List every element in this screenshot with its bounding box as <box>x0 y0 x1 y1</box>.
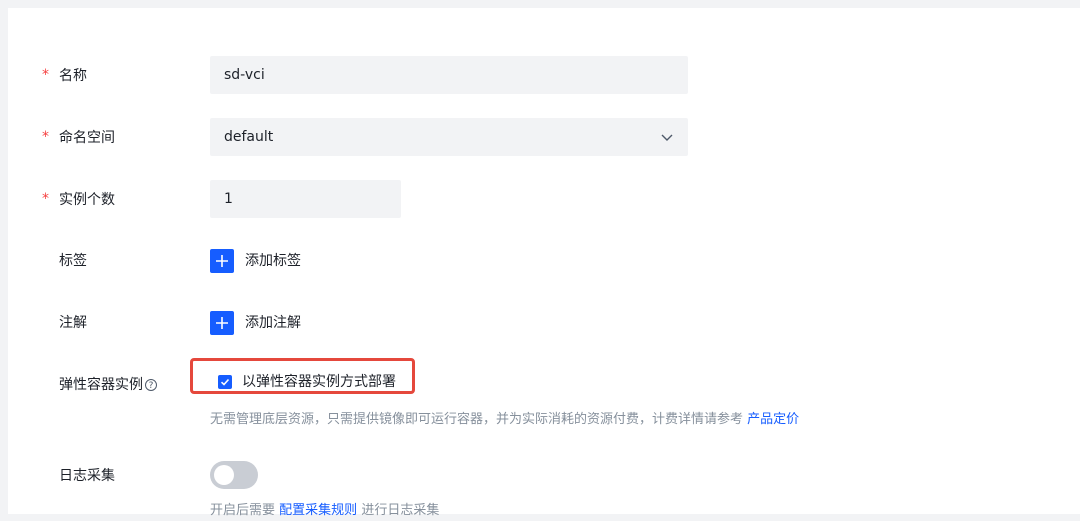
elastic-checkbox-label[interactable]: 以弹性容器实例方式部署 <box>242 371 396 393</box>
name-label: 名称 <box>59 68 87 84</box>
elastic-label: 弹性容器实例? <box>59 375 157 395</box>
question-circle-icon[interactable]: ? <box>145 379 157 391</box>
pricing-link[interactable]: 产品定价 <box>747 412 799 427</box>
toggle-knob <box>214 465 234 485</box>
add-tag-button[interactable] <box>210 249 234 273</box>
namespace-select[interactable]: default <box>210 118 688 156</box>
tags-label: 标签 <box>59 253 87 269</box>
plus-icon <box>216 255 228 267</box>
log-description: 开启后需要 配置采集规则 进行日志采集 <box>210 501 439 521</box>
log-label: 日志采集 <box>59 468 115 484</box>
collect-rule-link[interactable]: 配置采集规则 <box>279 503 357 518</box>
log-desc-prefix: 开启后需要 <box>210 503 276 518</box>
plus-icon <box>216 317 228 329</box>
required-mark: * <box>42 191 49 207</box>
namespace-label: 命名空间 <box>59 130 115 146</box>
elastic-checkbox[interactable] <box>218 375 232 389</box>
add-tag-link[interactable]: 添加标签 <box>245 249 301 273</box>
check-icon <box>220 378 230 386</box>
add-annotation-link[interactable]: 添加注解 <box>245 311 301 335</box>
add-annotation-button[interactable] <box>210 311 234 335</box>
required-mark: * <box>42 67 49 83</box>
log-desc-suffix: 进行日志采集 <box>361 503 440 518</box>
replicas-input[interactable]: 1 <box>210 180 401 218</box>
chevron-down-icon <box>661 134 673 141</box>
form-panel: * 名称 sd-vci * 命名空间 default * 实例个数 1 标签 添… <box>8 8 1080 518</box>
elastic-desc-text: 无需管理底层资源，只需提供镜像即可运行容器，并为实际消耗的资源付费，计费详情请参… <box>210 412 744 427</box>
namespace-value: default <box>224 129 274 145</box>
elastic-description: 无需管理底层资源，只需提供镜像即可运行容器，并为实际消耗的资源付费，计费详情请参… <box>210 410 799 430</box>
elastic-label-text: 弹性容器实例 <box>59 377 143 393</box>
replicas-label: 实例个数 <box>59 192 115 208</box>
name-input[interactable]: sd-vci <box>210 56 688 94</box>
required-mark: * <box>42 129 49 145</box>
annotations-label: 注解 <box>59 315 87 331</box>
log-toggle[interactable] <box>210 461 258 489</box>
